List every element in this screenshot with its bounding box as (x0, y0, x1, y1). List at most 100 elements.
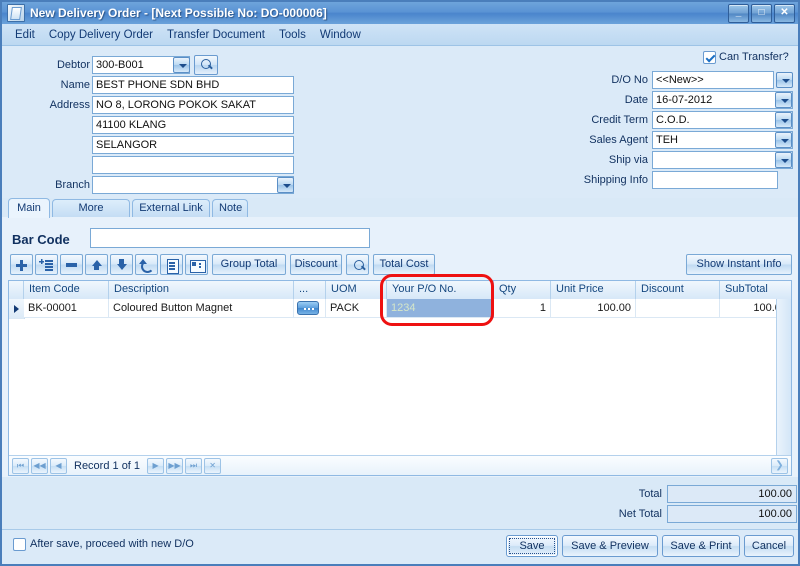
detail-view-button[interactable] (160, 254, 183, 275)
column-header-item-code[interactable]: Item Code (24, 281, 109, 299)
move-down-button[interactable] (110, 254, 133, 275)
shipping-info-input[interactable] (652, 171, 778, 189)
ellipsis-icon[interactable] (297, 301, 319, 315)
address-label: Address (49, 99, 90, 111)
undo-button[interactable] (135, 254, 158, 275)
row-indicator[interactable] (9, 299, 25, 319)
after-save-label: After save, proceed with new D/O (30, 538, 194, 550)
nav-expand-button[interactable]: ❯ (771, 457, 788, 474)
total-value: 100.00 (667, 485, 797, 503)
insert-row-button[interactable] (35, 254, 58, 275)
find-button[interactable] (346, 254, 369, 275)
address-line-4-input[interactable] (92, 156, 294, 174)
tab-more-header[interactable]: More Header (52, 199, 130, 230)
barcode-input[interactable] (90, 228, 370, 248)
cell-item-code[interactable]: BK-00001 (24, 299, 109, 318)
table-row[interactable]: BK-00001 Coloured Button Magnet PACK 123… (9, 299, 791, 319)
tab-note[interactable]: Note (212, 199, 248, 217)
tab-main[interactable]: Main (8, 198, 50, 218)
menu-item-transfer-document[interactable]: Transfer Document (160, 27, 272, 43)
name-input[interactable]: BEST PHONE SDN BHD (92, 76, 294, 94)
detail-grid: Item Code Description ... UOM Your P/O N… (8, 280, 792, 476)
can-transfer-label: Can Transfer? (719, 51, 789, 63)
ship-via-label: Ship via (608, 154, 648, 166)
show-instant-info-button[interactable]: Show Instant Info (686, 254, 792, 275)
menu-item-copy-delivery-order[interactable]: Copy Delivery Order (42, 27, 160, 43)
nav-last-button[interactable]: ⏭ (185, 457, 203, 474)
document-icon (7, 4, 25, 22)
close-button[interactable]: ✕ (774, 4, 795, 23)
minimize-button[interactable]: _ (728, 4, 749, 23)
menu-item-edit[interactable]: Edit (8, 27, 42, 43)
delete-row-button[interactable] (60, 254, 83, 275)
column-header-unit-price[interactable]: Unit Price (551, 281, 636, 299)
address-line-2-input[interactable]: 41100 KLANG (92, 116, 294, 134)
column-header-qty[interactable]: Qty (494, 281, 551, 299)
cell-uom[interactable]: PACK (326, 299, 387, 318)
nav-first-button[interactable]: ⏮ (12, 457, 29, 474)
cell-more[interactable] (294, 299, 326, 318)
sales-agent-input[interactable]: TEH (652, 131, 793, 149)
address-line-3-input[interactable]: SELANGOR (92, 136, 294, 154)
column-header-po-no[interactable]: Your P/O No. (387, 281, 494, 299)
do-no-input[interactable]: <<New>> (652, 71, 774, 89)
column-header-uom[interactable]: UOM (326, 281, 387, 299)
net-total-label: Net Total (618, 508, 662, 520)
cell-po-no[interactable]: 1234 (387, 299, 494, 318)
group-total-button[interactable]: Group Total (212, 254, 286, 275)
grid-vertical-scrollbar[interactable] (776, 299, 791, 455)
window-controls: _ □ ✕ (728, 4, 795, 23)
cell-unit-price[interactable]: 100.00 (551, 299, 636, 318)
column-header-subtotal[interactable]: SubTotal (720, 281, 791, 299)
tab-external-link[interactable]: External Link (132, 199, 210, 217)
date-input[interactable]: 16-07-2012 (652, 91, 793, 109)
barcode-label: Bar Code (12, 232, 70, 247)
add-row-button[interactable] (10, 254, 33, 275)
footer-bar: After save, proceed with new D/O Save Sa… (2, 529, 798, 564)
save-button[interactable]: Save (506, 535, 558, 557)
nav-prev-page-button[interactable]: ◀◀ (31, 457, 48, 474)
debtor-dropdown-icon[interactable] (173, 57, 190, 73)
column-header-discount[interactable]: Discount (636, 281, 720, 299)
sales-agent-dropdown-icon[interactable] (775, 132, 792, 148)
debtor-label: Debtor (56, 59, 90, 71)
save-and-preview-button[interactable]: Save & Preview (562, 535, 658, 557)
debtor-lookup-button[interactable] (194, 55, 218, 75)
cancel-button[interactable]: Cancel (744, 535, 794, 557)
credit-term-input[interactable]: C.O.D. (652, 111, 793, 129)
grid-row-indicator-header (9, 281, 24, 299)
maximize-button[interactable]: □ (751, 4, 772, 23)
after-save-checkbox[interactable] (13, 538, 26, 551)
save-and-print-button[interactable]: Save & Print (662, 535, 740, 557)
nav-cancel-edit-button[interactable]: ✕ (204, 457, 222, 474)
window-title: New Delivery Order - [Next Possible No: … (30, 6, 327, 20)
cell-discount[interactable] (636, 299, 720, 318)
total-cost-button[interactable]: Total Cost (373, 254, 435, 275)
cell-description[interactable]: Coloured Button Magnet (109, 299, 294, 318)
column-header-description[interactable]: Description (109, 281, 294, 299)
ship-via-dropdown-icon[interactable] (775, 152, 792, 168)
move-up-button[interactable] (85, 254, 108, 275)
menu-item-window[interactable]: Window (313, 27, 368, 43)
nav-prev-button[interactable]: ◀ (50, 457, 67, 474)
menu-item-tools[interactable]: Tools (272, 27, 313, 43)
cell-qty[interactable]: 1 (494, 299, 551, 318)
credit-term-label: Credit Term (591, 114, 648, 126)
card-view-button[interactable] (185, 254, 208, 275)
credit-term-dropdown-icon[interactable] (775, 112, 792, 128)
branch-input[interactable] (92, 176, 294, 194)
can-transfer-checkbox[interactable] (703, 51, 716, 64)
ship-via-input[interactable] (652, 151, 793, 169)
address-line-1-input[interactable]: NO 8, LORONG POKOK SAKAT (92, 96, 294, 114)
delivery-order-window: New Delivery Order - [Next Possible No: … (0, 0, 800, 566)
nav-next-page-button[interactable]: ▶▶ (166, 457, 184, 474)
record-navigator: ⏮ ◀◀ ◀ Record 1 of 1 ▶ ▶▶ ⏭ ✕ ❯ (9, 455, 791, 475)
sales-agent-label: Sales Agent (589, 134, 648, 146)
do-no-dropdown-icon[interactable] (776, 72, 793, 88)
nav-next-button[interactable]: ▶ (147, 457, 165, 474)
column-header-more[interactable]: ... (294, 281, 326, 299)
focus-outline (509, 538, 555, 554)
date-dropdown-icon[interactable] (775, 92, 792, 108)
branch-dropdown-icon[interactable] (277, 177, 294, 193)
discount-button[interactable]: Discount (290, 254, 342, 275)
